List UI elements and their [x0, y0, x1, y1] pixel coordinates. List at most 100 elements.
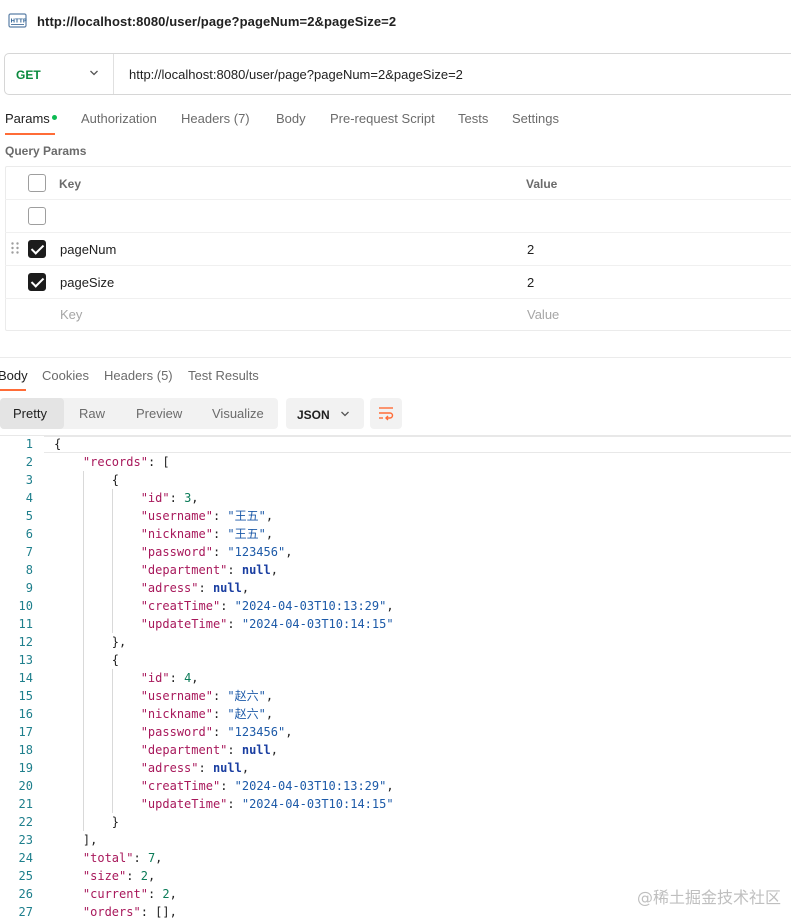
code-line: { [54, 473, 120, 487]
line-number: 12 [18, 635, 33, 649]
code-line: "adress": null, [140, 761, 250, 775]
param-checkbox-checked[interactable] [28, 273, 46, 291]
line-number: 19 [18, 761, 33, 775]
code-line: "creatTime": "2024-04-03T10:13:29", [140, 779, 394, 793]
code-line: "id": 4, [140, 671, 199, 685]
line-number: 1 [25, 437, 33, 451]
code-line: { [54, 437, 62, 451]
line-number: 21 [18, 797, 33, 811]
response-tab-headers[interactable]: Headers (5) [104, 368, 173, 383]
wrap-lines-button[interactable] [370, 398, 402, 429]
code-line: "total": 7, [82, 851, 163, 865]
request-title: http://localhost:8080/user/page?pageNum=… [37, 14, 397, 29]
line-number: 4 [25, 491, 33, 505]
code-line: "password": "123456", [140, 545, 293, 559]
response-tab-cookies[interactable]: Cookies [42, 368, 89, 383]
code-line: } [54, 815, 120, 829]
http-request-icon: HTTP [8, 13, 27, 28]
chevron-down-icon[interactable] [340, 409, 350, 419]
code-line: "records": [ [82, 455, 170, 469]
line-number: 10 [18, 599, 33, 613]
title-bar: HTTP http://localhost:8080/user/page?pag… [0, 0, 791, 44]
chevron-down-icon[interactable] [89, 68, 99, 78]
format-pretty-button[interactable]: Pretty [13, 406, 47, 421]
tab-headers[interactable]: Headers (7) [181, 111, 250, 126]
format-preview-button[interactable]: Preview [136, 406, 182, 421]
tab-body[interactable]: Body [276, 111, 306, 126]
format-visualize-button[interactable]: Visualize [212, 406, 264, 421]
code-line: "creatTime": "2024-04-03T10:13:29", [140, 599, 394, 613]
line-number: 8 [25, 563, 33, 577]
line-number: 6 [25, 527, 33, 541]
code-line: "password": "123456", [140, 725, 293, 739]
select-all-checkbox[interactable] [28, 174, 46, 192]
format-raw-button[interactable]: Raw [79, 406, 105, 421]
line-number: 17 [18, 725, 33, 739]
query-params-table [5, 166, 791, 331]
code-line: "updateTime": "2024-04-03T10:14:15" [140, 797, 394, 811]
line-number: 15 [18, 689, 33, 703]
wrap-lines-icon [379, 407, 394, 421]
tab-tests[interactable]: Tests [458, 111, 488, 126]
code-line: ], [54, 833, 98, 847]
tab-authorization[interactable]: Authorization [81, 111, 157, 126]
row-divider [5, 298, 791, 299]
pane-divider [0, 357, 791, 358]
code-line: "nickname": "赵六", [140, 707, 274, 721]
tab-settings[interactable]: Settings [512, 111, 559, 126]
code-line: "current": 2, [82, 887, 177, 901]
code-line: "department": null, [140, 743, 278, 757]
code-line: "username": "赵六", [140, 689, 274, 703]
language-select-label[interactable]: JSON [297, 408, 330, 422]
line-number: 11 [18, 617, 33, 631]
param-checkbox[interactable] [28, 207, 46, 225]
param-key[interactable]: pageNum [60, 242, 116, 257]
code-line: "adress": null, [140, 581, 250, 595]
line-number: 27 [18, 905, 33, 919]
tab-pre-request-script[interactable]: Pre-request Script [330, 111, 435, 126]
line-number: 9 [25, 581, 33, 595]
code-line: { [54, 653, 120, 667]
row-divider [5, 232, 791, 233]
url-input[interactable]: http://localhost:8080/user/page?pageNum=… [129, 67, 463, 82]
code-line: "updateTime": "2024-04-03T10:14:15" [140, 617, 394, 631]
line-number: 18 [18, 743, 33, 757]
url-bar: GET http://localhost:8080/user/page?page… [4, 53, 791, 95]
code-line: }, [54, 635, 127, 649]
column-header-value: Value [526, 177, 558, 191]
code-line: "department": null, [140, 563, 278, 577]
response-tab-body[interactable]: Body [0, 368, 28, 383]
code-line: "id": 3, [140, 491, 199, 505]
method-select[interactable]: GET [16, 68, 41, 82]
row-divider [5, 265, 791, 266]
query-params-label: Query Params [5, 144, 87, 158]
divider [113, 54, 114, 94]
code-line: "nickname": "王五", [140, 527, 274, 541]
line-number: 2 [25, 455, 33, 469]
response-tab-test-results[interactable]: Test Results [188, 368, 259, 383]
watermark: @稀土掘金技术社区 [637, 888, 782, 907]
new-value-input[interactable]: Value [527, 307, 559, 322]
line-number: 24 [18, 851, 33, 865]
param-value[interactable]: 2 [527, 242, 534, 257]
code-line: "orders": [], [82, 905, 177, 919]
line-number: 5 [25, 509, 33, 523]
param-checkbox-checked[interactable] [28, 240, 46, 258]
code-line: "size": 2, [82, 869, 156, 883]
response-active-tab-indicator [0, 389, 26, 391]
line-number: 26 [18, 887, 33, 901]
code-line: "username": "王五", [140, 509, 274, 523]
line-number: 3 [25, 473, 33, 487]
drag-handle-icon[interactable] [10, 241, 20, 255]
line-number: 23 [18, 833, 33, 847]
tab-params[interactable]: Params [5, 111, 50, 126]
column-header-key: Key [59, 177, 82, 191]
line-number: 13 [18, 653, 33, 667]
line-number: 7 [25, 545, 33, 559]
line-number: 22 [18, 815, 33, 829]
param-value[interactable]: 2 [527, 275, 534, 290]
new-key-input[interactable]: Key [60, 307, 82, 322]
active-tab-indicator [5, 133, 55, 135]
param-key[interactable]: pageSize [60, 275, 114, 290]
line-number: 14 [18, 671, 33, 685]
